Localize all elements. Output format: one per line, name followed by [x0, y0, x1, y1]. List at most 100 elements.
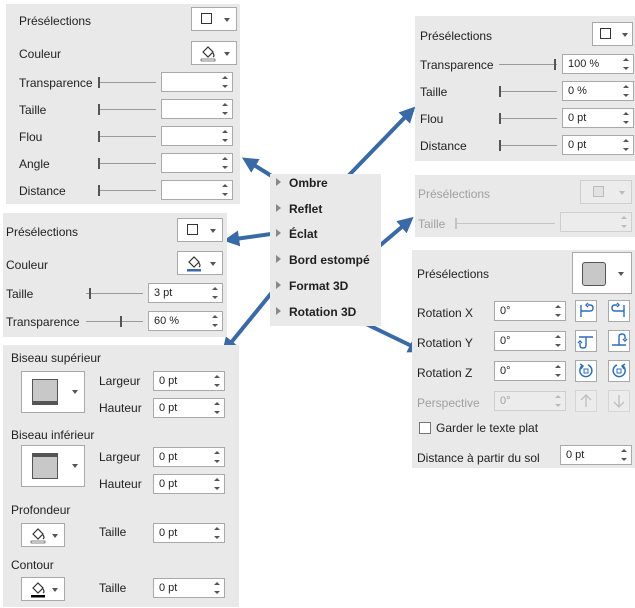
spin-arrows-icon[interactable]	[622, 136, 630, 154]
spin-arrows-icon[interactable]	[221, 154, 229, 172]
menu-item-bord-estompe[interactable]: Bord estompé	[276, 253, 370, 267]
bottom-bevel-height-input[interactable]: 0 pt	[153, 474, 225, 494]
reflection-blur-label: Flou	[420, 112, 444, 126]
spin-arrows-icon[interactable]	[554, 302, 562, 320]
menu-item-reflet[interactable]: Reflet	[276, 202, 322, 216]
spin-arrows-icon[interactable]	[213, 372, 221, 390]
shadow-color-dropdown[interactable]	[191, 41, 237, 65]
rotate-right-x-button[interactable]	[608, 300, 630, 322]
depth-size-input[interactable]: 0 pt	[153, 523, 225, 543]
reflection-presets-dropdown[interactable]	[592, 22, 633, 46]
contour-size-input[interactable]: 0 pt	[153, 578, 225, 598]
spin-arrows-icon[interactable]	[622, 82, 630, 100]
distance-from-ground-input[interactable]: 0 pt	[560, 445, 632, 465]
reflection-transparency-input[interactable]: 100 %	[562, 54, 634, 74]
contour-color-dropdown[interactable]	[21, 577, 65, 601]
bottom-bevel-width-input[interactable]: 0 pt	[153, 447, 225, 467]
top-bevel-width-input[interactable]: 0 pt	[153, 371, 225, 391]
top-bevel-label: Biseau supérieur	[11, 351, 102, 365]
spin-arrows-icon[interactable]	[554, 332, 562, 350]
reflection-transparency-slider[interactable]	[499, 59, 557, 70]
spin-arrows-icon[interactable]	[213, 475, 221, 493]
top-bevel-height-input[interactable]: 0 pt	[153, 398, 225, 418]
glow-preset-swatch	[187, 224, 198, 235]
shadow-distance-label: Distance	[19, 184, 66, 198]
spin-arrows-icon[interactable]	[213, 399, 221, 417]
shadow-presets-dropdown[interactable]	[191, 7, 237, 31]
shadow-blur-input[interactable]	[161, 126, 233, 146]
rotate-clockwise-z-button[interactable]	[608, 360, 630, 382]
shadow-angle-label: Angle	[19, 157, 50, 171]
shadow-size-input[interactable]	[161, 99, 233, 119]
depth-color-dropdown[interactable]	[21, 523, 65, 547]
shadow-angle-input[interactable]	[161, 153, 233, 173]
paint-bucket-icon	[30, 528, 46, 544]
bottom-bevel-dropdown[interactable]	[21, 445, 85, 487]
shadow-blur-slider[interactable]	[98, 131, 156, 142]
glow-size-input[interactable]: 3 pt	[148, 283, 223, 303]
spin-arrows-icon[interactable]	[622, 55, 630, 73]
menu-item-rotation-3d[interactable]: Rotation 3D	[276, 305, 356, 319]
shadow-color-label: Couleur	[19, 47, 62, 61]
depth-label: Profondeur	[11, 503, 71, 517]
menu-item-eclat[interactable]: Éclat	[276, 227, 318, 241]
rotation-y-input[interactable]: 0°	[494, 331, 566, 351]
rotation-x-input[interactable]: 0°	[494, 301, 566, 321]
rotation-y-label: Rotation Y	[417, 336, 473, 350]
rotation-presets-dropdown[interactable]	[572, 252, 632, 294]
paint-bucket-icon	[187, 256, 201, 272]
spin-arrows-icon	[554, 392, 562, 410]
rotate-up-y-button[interactable]	[575, 330, 597, 352]
spin-arrows-icon[interactable]	[221, 73, 229, 91]
reflection-size-slider[interactable]	[499, 86, 557, 97]
spin-arrows-icon[interactable]	[620, 446, 628, 464]
expand-triangle-icon	[276, 178, 281, 186]
reflection-distance-slider[interactable]	[499, 140, 557, 151]
spin-arrows-icon[interactable]	[221, 181, 229, 199]
rotate-left-x-button[interactable]	[575, 300, 597, 322]
spin-arrows-icon[interactable]	[221, 100, 229, 118]
reflection-size-input[interactable]: 0 %	[562, 81, 634, 101]
rotate-down-y-button[interactable]	[608, 330, 630, 352]
spin-arrows-icon[interactable]	[211, 284, 219, 302]
menu-item-ombre[interactable]: Ombre	[276, 176, 328, 190]
shadow-size-slider[interactable]	[98, 104, 156, 115]
glow-presets-dropdown[interactable]	[177, 218, 223, 242]
chevron-down-icon	[618, 272, 624, 276]
reflection-distance-input[interactable]: 0 pt	[562, 135, 634, 155]
top-bevel-dropdown[interactable]	[21, 371, 85, 413]
spin-arrows-icon[interactable]	[221, 127, 229, 145]
rotate-clockwise-icon	[612, 363, 626, 378]
chevron-down-icon	[224, 52, 230, 56]
spin-arrows-icon[interactable]	[554, 362, 562, 380]
spin-arrows-icon[interactable]	[211, 312, 219, 330]
glow-transparency-slider[interactable]	[86, 316, 143, 327]
keep-text-flat-checkbox[interactable]	[419, 422, 431, 434]
spin-arrows-icon[interactable]	[622, 109, 630, 127]
rotation-x-label: Rotation X	[417, 306, 474, 320]
rotation-z-input[interactable]: 0°	[494, 361, 566, 381]
glow-transparency-input[interactable]: 60 %	[148, 311, 223, 331]
arrow-down-icon	[613, 395, 625, 408]
shadow-transparency-slider[interactable]	[98, 77, 156, 88]
shadow-angle-slider[interactable]	[98, 158, 156, 169]
glow-panel: Présélections Couleur Taille 3 pt Transp…	[3, 213, 227, 337]
contour-label: Contour	[11, 558, 54, 572]
menu-item-format-3d[interactable]: Format 3D	[276, 279, 348, 293]
glow-color-dropdown[interactable]	[177, 251, 223, 275]
spin-arrows-icon[interactable]	[213, 448, 221, 466]
shadow-distance-input[interactable]	[161, 180, 233, 200]
spin-arrows-icon[interactable]	[213, 524, 221, 542]
rotate-counterclockwise-z-button[interactable]	[575, 360, 597, 382]
shadow-distance-slider[interactable]	[98, 185, 156, 196]
chevron-down-icon	[52, 588, 58, 592]
glow-size-slider[interactable]	[86, 288, 143, 299]
reflection-blur-slider[interactable]	[499, 113, 557, 124]
reflection-blur-input[interactable]: 0 pt	[562, 108, 634, 128]
spin-arrows-icon[interactable]	[213, 579, 221, 597]
spin-arrows-icon	[620, 213, 628, 231]
rotate-down-icon	[612, 333, 628, 346]
shadow-transparency-input[interactable]	[161, 72, 233, 92]
shadow-size-label: Taille	[19, 103, 47, 117]
shadow-preset-swatch	[201, 13, 212, 24]
